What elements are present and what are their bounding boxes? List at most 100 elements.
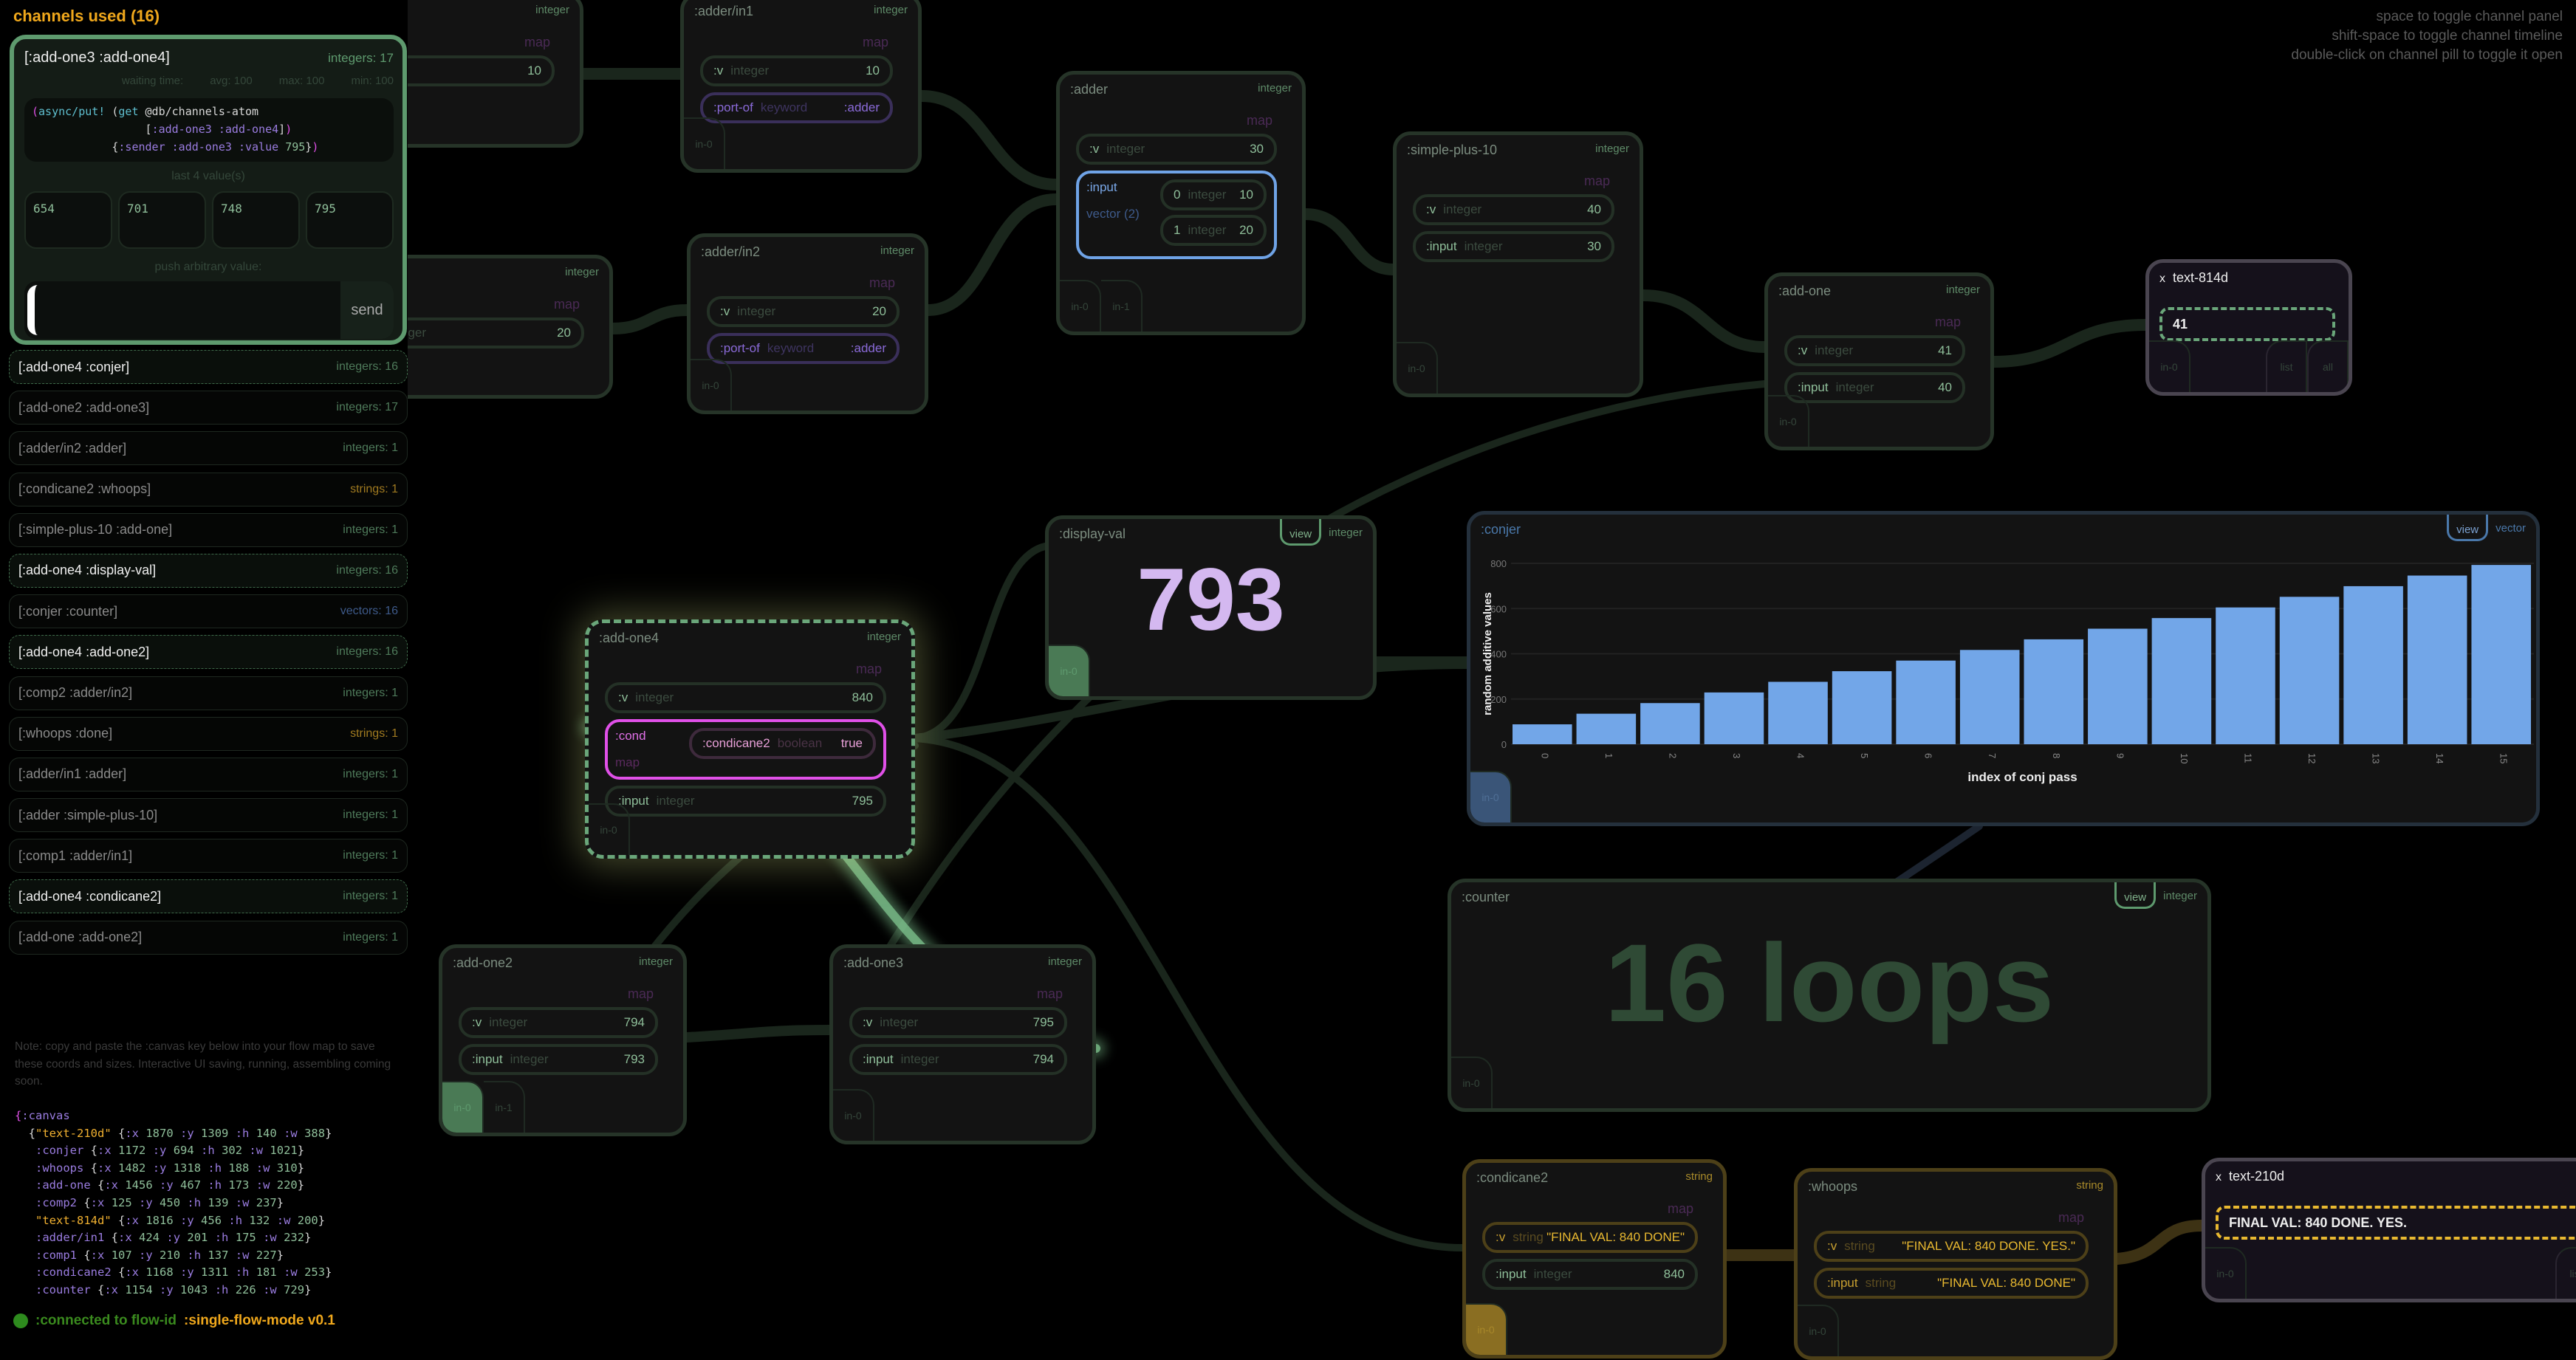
field-pill[interactable]: :v integer 40 [1413, 194, 1614, 225]
node-header[interactable]: :add-one2 integer [442, 948, 683, 980]
node-condicane2[interactable]: :condicane2 string map:v string "FINAL VAL: … [1462, 1159, 1727, 1359]
field-pill[interactable]: :input string "FINAL VAL: 840 DONE" [1814, 1268, 2089, 1299]
port-in-0[interactable]: in-0 [833, 1089, 874, 1141]
view-toggle-button[interactable]: view [2114, 882, 2157, 909]
field-pill[interactable]: 0 integer 10 [1160, 179, 1267, 210]
port-all[interactable]: all [2307, 340, 2349, 392]
field-pill[interactable]: :port-of keyword:adder [707, 333, 900, 364]
node-adder[interactable]: :adder integer map:v integer 30:input vector … [1056, 71, 1306, 335]
field-pill[interactable]: :input integer 840 [1482, 1259, 1698, 1290]
channel-pill[interactable]: [:add-one2 :add-one3] integers: 17 [9, 391, 408, 425]
canvas-code[interactable]: {:canvas {"text-210d" {:x 1870 :y 1309 :… [15, 1107, 332, 1299]
open-channel-card[interactable]: [:add-one3 :add-one4] integers: 17 waiti… [10, 35, 407, 345]
node-header[interactable]: :simple-plus-10 integer [1397, 135, 1640, 168]
node-add-one[interactable]: :add-one integer map:v integer 41:input integ… [1764, 272, 1994, 450]
port-in-0[interactable]: in-0 [1049, 645, 1090, 696]
field-pill[interactable]: :port-of keyword:adder [700, 92, 893, 123]
channel-pill[interactable]: [:conjer :counter] vectors: 16 [9, 594, 408, 629]
port-in-0[interactable]: in-0 [1397, 342, 1438, 394]
channel-pill[interactable]: [:add-one :add-one2] integers: 1 [9, 920, 408, 955]
node-header[interactable]: :display-val view integer [1049, 519, 1373, 552]
port-in-1[interactable]: in-1 [1101, 280, 1143, 332]
node-counter[interactable]: :counter view integer 16 loops in-0 [1448, 879, 2211, 1112]
node-header[interactable]: :add-one3 integer [833, 948, 1092, 980]
channel-pill[interactable]: [:adder/in2 :adder] integers: 1 [9, 431, 408, 466]
field-pill[interactable]: :v string "FINAL VAL: 840 DONE" [1482, 1222, 1698, 1253]
port-in-0[interactable]: in-0 [1466, 1303, 1507, 1355]
view-toggle-button[interactable]: view [1280, 519, 1322, 546]
field-pill[interactable]: :input integer 795 [605, 786, 886, 817]
close-icon[interactable]: x [2216, 1171, 2222, 1184]
node-adder-in1[interactable]: :adder/in1 integer map:v integer 10:port-of k… [680, 0, 922, 173]
port-in-0[interactable]: in-0 [2205, 1247, 2247, 1299]
channel-pill[interactable]: [:simple-plus-10 :add-one] integers: 1 [9, 512, 408, 547]
node-header[interactable]: :adder integer [1060, 75, 1302, 107]
port-in-0[interactable]: in-0 [1451, 1057, 1493, 1108]
channel-pill[interactable]: [:add-one4 :conjer] integers: 16 [9, 350, 408, 384]
node-add-one4[interactable]: :add-one4 integer map:v integer 840:cond map:… [585, 619, 915, 859]
send-button[interactable]: send [340, 281, 394, 339]
node-text-814d[interactable]: x text-814d 41 in-0 list all [2145, 259, 2352, 396]
port-in-0[interactable]: in-0 [589, 803, 630, 855]
channel-pill[interactable]: [:condicane2 :whoops] strings: 1 [9, 472, 408, 506]
channel-pill[interactable]: [:comp2 :adder/in2] integers: 1 [9, 676, 408, 710]
port-in-0[interactable]: in-0 [1768, 395, 1809, 447]
node-header[interactable]: :add-one4 integer [589, 623, 911, 656]
field-pill[interactable]: :v integer 10 [700, 55, 893, 86]
node-add-one2[interactable]: :add-one2 integer map:v integer 794:input int… [439, 944, 687, 1136]
field-pill[interactable]: :v integer 794 [459, 1007, 658, 1038]
node-header[interactable]: :adder/in1 integer [684, 0, 918, 29]
nested-field[interactable]: :input vector (2) 0 integer 10 1 integer 20 [1076, 171, 1277, 259]
field-pill[interactable]: :input integer 40 [1784, 372, 1965, 403]
node-header[interactable]: x text-814d [2149, 263, 2349, 295]
channel-pill[interactable]: [:add-one4 :condicane2] integers: 1 [9, 879, 408, 914]
text-value-box[interactable]: 41 [2159, 307, 2335, 341]
channel-pill[interactable]: [:whoops :done] strings: 1 [9, 716, 408, 751]
field-pill[interactable]: :condicane2 boolean true [689, 728, 876, 759]
port-in-0[interactable]: in-0 [684, 117, 725, 169]
value-box: 654 [24, 191, 112, 249]
waiting-label: waiting time: [121, 75, 184, 87]
field-pill[interactable]: :v integer 30 [1076, 134, 1277, 165]
node-conjer[interactable]: :conjer view vector 0 200 400 600 800 0 1 2 3 4 5 6 7 8 9… [1467, 511, 2540, 826]
node-adder-in2[interactable]: :adder/in2 integer map:v integer 20:port-of k… [687, 233, 928, 414]
field-pill[interactable]: :v integer 41 [1784, 335, 1965, 366]
port-in-0[interactable]: in-0 [1060, 280, 1101, 332]
node-header[interactable]: :whoops string [1798, 1172, 2114, 1204]
port-in-0[interactable]: in-0 [691, 359, 732, 411]
text-value-box[interactable]: FINAL VAL: 840 DONE. YES. [2216, 1206, 2576, 1240]
channel-pill[interactable]: [:add-one4 :display-val] integers: 16 [9, 553, 408, 588]
node-header[interactable]: :add-one integer [1768, 276, 1990, 309]
node-header[interactable]: :adder/in2 integer [691, 237, 925, 269]
field-pill[interactable]: :v string "FINAL VAL: 840 DONE. YES." [1814, 1231, 2089, 1262]
node-header[interactable]: x text-210d [2205, 1161, 2576, 1194]
field-pill[interactable]: :input integer 30 [1413, 231, 1614, 262]
port-list[interactable]: list [2266, 340, 2307, 392]
channel-pill[interactable]: [:adder :simple-plus-10] integers: 1 [9, 798, 408, 833]
nested-field[interactable]: :cond map:condicane2 boolean true [605, 719, 886, 780]
field-pill[interactable]: :v integer 840 [605, 682, 886, 713]
port-in-0[interactable]: in-0 [1470, 771, 1512, 822]
port-in-0[interactable]: in-0 [2149, 340, 2190, 392]
node-display-val[interactable]: :display-val view integer 793 in-0 [1045, 515, 1377, 700]
channel-pill[interactable]: [:add-one4 :add-one2] integers: 16 [9, 635, 408, 670]
channel-pill[interactable]: [:adder/in1 :adder] integers: 1 [9, 757, 408, 791]
node-text-210d[interactable]: x text-210d FINAL VAL: 840 DONE. YES. in-0 l… [2202, 1158, 2576, 1302]
close-icon[interactable]: x [2159, 272, 2165, 285]
field-pill[interactable]: :input integer 793 [459, 1044, 658, 1075]
node-whoops[interactable]: :whoops string map:v string "FINAL VAL: 840 … [1794, 1168, 2117, 1360]
port-in-0[interactable]: in-0 [442, 1081, 484, 1133]
node-add-one3[interactable]: :add-one3 integer map:v integer 795:input int… [829, 944, 1096, 1144]
node-header[interactable]: :counter view integer [1451, 882, 2207, 915]
field-pill[interactable]: :v integer 20 [707, 296, 900, 327]
field-pill[interactable]: :v integer 795 [849, 1007, 1067, 1038]
field-pill[interactable]: 1 integer 20 [1160, 215, 1267, 246]
push-value-input[interactable] [27, 285, 340, 335]
port-in-1[interactable]: in-1 [484, 1081, 525, 1133]
port-list[interactable]: list [2555, 1247, 2576, 1299]
channel-pill[interactable]: [:comp1 :adder/in1] integers: 1 [9, 839, 408, 873]
node-simple-plus-10[interactable]: :simple-plus-10 integer map:v integer 40:inp… [1393, 131, 1643, 397]
field-pill[interactable]: :input integer 794 [849, 1044, 1067, 1075]
port-in-0[interactable]: in-0 [1798, 1305, 1839, 1356]
node-header[interactable]: :condicane2 string [1466, 1163, 1723, 1195]
